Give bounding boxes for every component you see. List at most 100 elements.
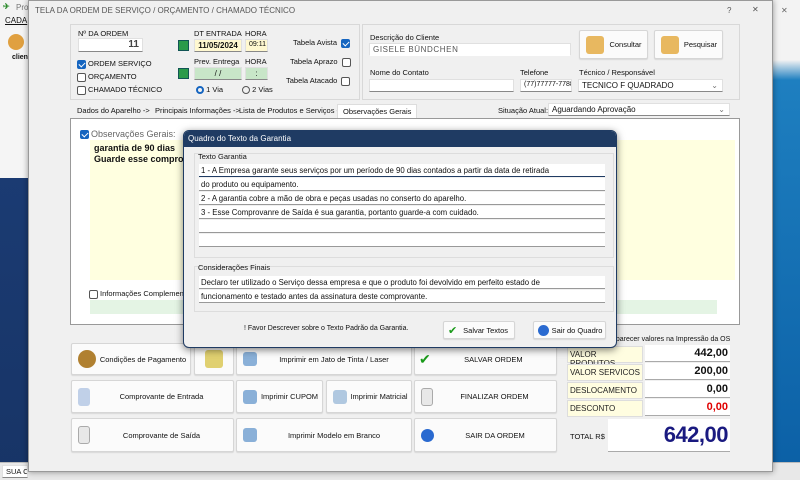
- contact-label: Nome do Contato: [370, 68, 429, 77]
- exit-order-button[interactable]: SAIR DA ORDEM: [414, 418, 557, 452]
- warranty-line-6[interactable]: [199, 234, 605, 247]
- info-complementares-checkbox[interactable]: Informações Complementare: [89, 289, 197, 299]
- table-atacado[interactable]: Tabela Atacado: [286, 76, 352, 86]
- value-label: VALOR SERVICOS: [567, 364, 643, 381]
- warranty-line-1[interactable]: 1 - A Empresa garante seus serviços por …: [199, 164, 605, 177]
- final-considerations-label: Considerações Finais: [198, 263, 271, 272]
- delivery-time-label: HORA: [245, 57, 267, 66]
- table-avista[interactable]: Tabela Avista: [293, 38, 352, 48]
- final-line-1[interactable]: Declaro ter utilizado o Serviço dessa em…: [199, 276, 605, 289]
- checkbox[interactable]: [77, 85, 86, 95]
- search-button[interactable]: Pesquisar: [654, 30, 723, 59]
- value-label: DESCONTO: [567, 400, 643, 417]
- final-considerations-group: [194, 266, 614, 312]
- people-icon: [586, 35, 604, 54]
- radio-selected[interactable]: [196, 86, 204, 95]
- warranty-line-5[interactable]: [199, 220, 605, 233]
- table-aprazo[interactable]: Tabela Aprazo: [290, 57, 353, 67]
- consult-button[interactable]: Consultar: [579, 30, 648, 59]
- entry-time-field[interactable]: 09:11: [245, 39, 268, 52]
- final-line-2[interactable]: funcionamento e testado antes da assinat…: [199, 290, 605, 303]
- payment-button[interactable]: Condições de Pagamento: [71, 343, 191, 375]
- tech-label: Técnico / Responsável: [579, 68, 655, 77]
- status-label: Situação Atual:: [498, 106, 549, 115]
- background-right-area: ✕: [773, 6, 800, 480]
- calendar-icon[interactable]: [178, 40, 189, 51]
- checkbox[interactable]: [77, 72, 86, 82]
- entry-time-label: HORA: [245, 29, 267, 38]
- check-icon: ✔: [448, 324, 458, 337]
- arrow-right-circle-icon: [421, 428, 434, 442]
- outer-close-icon[interactable]: ✕: [781, 6, 788, 15]
- printer-icon: [243, 389, 257, 404]
- warranty-text-label: Texto Garantia: [198, 152, 247, 161]
- tab-principais-informacoes[interactable]: Principais Informações ->: [150, 104, 245, 118]
- printer-icon: [243, 352, 257, 366]
- client-icon[interactable]: [8, 34, 24, 50]
- checkbox[interactable]: [80, 130, 89, 140]
- status-select[interactable]: Aguardando Aprovação ⌄: [548, 103, 730, 116]
- exit-receipt-button[interactable]: Comprovante de Saída: [71, 418, 234, 452]
- checkbox[interactable]: [341, 57, 351, 67]
- value-label: DESLOCAMENTO: [567, 382, 643, 399]
- radio-1-via[interactable]: 1 Via: [196, 85, 223, 95]
- entry-receipt-button[interactable]: Comprovante de Entrada: [71, 380, 234, 413]
- print-cupom-button[interactable]: Imprimir CUPOM: [236, 380, 323, 413]
- app-logo-icon: ✈: [3, 2, 10, 11]
- entry-date-field[interactable]: 11/05/2024: [194, 39, 242, 52]
- chevron-down-icon: ⌄: [711, 81, 718, 90]
- client-desc-field[interactable]: GISELE BÜNDCHEN: [369, 43, 571, 56]
- type-ordem-servico[interactable]: ORDEM SERVIÇO: [77, 59, 152, 69]
- tab-observacoes-gerais[interactable]: Observações Gerais: [337, 104, 418, 118]
- window-title: TELA DA ORDEM DE SERVIÇO / ORÇAMENTO / C…: [35, 6, 296, 15]
- calendar-icon[interactable]: [178, 68, 189, 79]
- chevron-down-icon: ⌄: [718, 105, 725, 114]
- close-button[interactable]: ✕: [752, 5, 759, 14]
- background-toolbar-label[interactable]: clien: [12, 54, 28, 61]
- value-desconto[interactable]: 0,00: [645, 399, 730, 416]
- value-deslocamento[interactable]: 0,00: [645, 381, 730, 398]
- finish-order-button[interactable]: FINALIZAR ORDEM: [414, 380, 557, 413]
- tab-lista-produtos[interactable]: Lista de Produtos e Serviços ->: [234, 104, 348, 118]
- total-label: TOTAL R$: [570, 432, 605, 441]
- printer-icon: [333, 389, 347, 404]
- phone-field[interactable]: (77)77777-7788: [520, 79, 572, 92]
- dialog-title: Quadro do Texto da Garantia: [184, 131, 616, 147]
- value-label: VALOR PRODUTOS: [567, 346, 643, 368]
- print-blank-button[interactable]: Imprimir Modelo em Branco: [236, 418, 412, 452]
- checkbox[interactable]: [341, 38, 351, 48]
- obs-checkbox[interactable]: Observações Gerais:: [80, 129, 176, 140]
- radio-unselected[interactable]: [242, 86, 250, 95]
- tab-dados-aparelho[interactable]: Dados do Aparelho ->: [72, 104, 155, 118]
- warranty-line-4[interactable]: 3 - Esse Comprovanre de Saída é sua gara…: [199, 206, 605, 219]
- client-desc-label: Descrição do Cliente: [370, 33, 440, 42]
- background-toolbar: clien: [0, 28, 30, 178]
- exit-dialog-button[interactable]: Sair do Quadro: [533, 321, 606, 339]
- delivery-label: Prev. Entrega: [194, 57, 240, 66]
- checkbox[interactable]: [341, 76, 351, 86]
- print-matrix-button[interactable]: Imprimir Matricial: [326, 380, 412, 413]
- save-texts-button[interactable]: ✔ Salvar Textos: [443, 321, 515, 339]
- delivery-time-field[interactable]: :: [245, 67, 268, 80]
- arrow-right-circle-icon: [538, 324, 549, 336]
- tech-select[interactable]: TECNICO F QUADRADO ⌄: [578, 79, 723, 92]
- type-chamado-tecnico[interactable]: CHAMADO TÉCNICO: [77, 85, 162, 95]
- dialog-hint: ! Favor Descrever sobre o Texto Padrão d…: [244, 325, 409, 332]
- help-button[interactable]: ?: [727, 6, 731, 15]
- checkbox[interactable]: [89, 289, 98, 299]
- coin-icon: [78, 350, 96, 368]
- contact-field[interactable]: [369, 79, 514, 92]
- order-number-label: Nº DA ORDEM: [78, 29, 129, 38]
- checkbox[interactable]: [77, 59, 86, 69]
- entry-date-label: DT ENTRADA: [194, 29, 242, 38]
- value-servicos: 200,00: [645, 363, 730, 380]
- status-text: SUA C: [2, 465, 28, 478]
- warranty-line-2[interactable]: do produto ou equipamento.: [199, 178, 605, 191]
- warranty-line-3[interactable]: 2 - A garantia cobre a mão de obra e peç…: [199, 192, 605, 205]
- delivery-date-field[interactable]: / /: [194, 67, 242, 80]
- order-number-field[interactable]: 11: [78, 38, 143, 52]
- radio-2-vias[interactable]: 2 Vias: [242, 85, 273, 95]
- document-check-icon: [421, 387, 433, 406]
- type-orcamento[interactable]: ORÇAMENTO: [77, 72, 137, 82]
- background-menu-cadastro[interactable]: CADA: [5, 16, 27, 25]
